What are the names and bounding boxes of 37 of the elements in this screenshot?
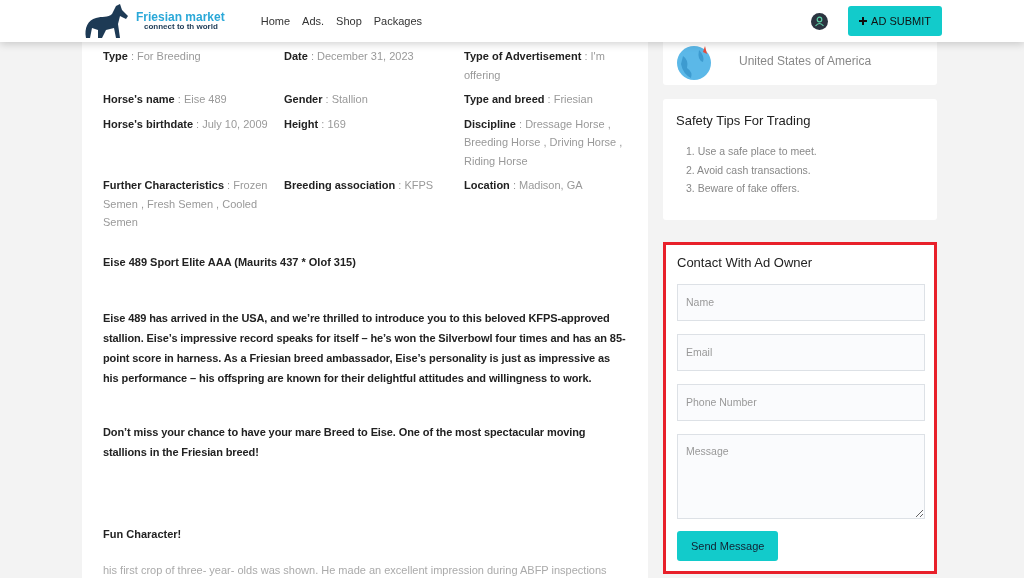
globe-icon xyxy=(677,45,711,80)
card-title: Safety Tips For Trading xyxy=(676,113,812,128)
detail-text: Discipline : Dressage Horse , Breeding Horse , Driving Horse , Riding Horse xyxy=(464,116,624,169)
card-title: Contact With Ad Owner xyxy=(677,254,814,270)
detail-text: Type of Advertisement : I'm offering xyxy=(464,49,606,83)
detail-text: Further Characteristics : Frozen Semen , Fresh Semen , Cooled Semen xyxy=(103,178,269,230)
nav-link[interactable]: Ads. xyxy=(302,15,325,27)
user-avatar-icon[interactable] xyxy=(811,12,828,30)
description-heading: Fun Character! xyxy=(103,526,183,542)
nav-link[interactable]: Home xyxy=(260,15,291,27)
detail-text: Height : 169 xyxy=(284,116,347,132)
detail-text: Horse's birthdate : July 10, 2009 xyxy=(103,116,269,132)
detail-text: Type : For Breeding xyxy=(103,49,202,64)
input-field[interactable]: Email xyxy=(677,333,925,371)
detail-text: Type and breed : Friesian xyxy=(464,92,594,107)
country-text: United States of America xyxy=(739,53,872,68)
message-field[interactable]: Message xyxy=(677,433,925,519)
send-message-button[interactable]: Send Message xyxy=(677,530,779,561)
safety-tip: 3. Beware of fake offers. xyxy=(685,181,801,196)
detail-text: Date : December 31, 2023 xyxy=(284,49,415,64)
ad-submit-button[interactable]: AD SUBMIT xyxy=(848,6,942,36)
safety-tip: 2. Avoid cash transactions. xyxy=(685,162,812,178)
description-paragraph: Don’t miss your chance to have your mare Breed to Eise. One of the most spectacular moving stallions in the Friesian breed! xyxy=(103,424,587,460)
logo-tagline: connect to th world xyxy=(143,23,219,31)
plus-icon xyxy=(859,17,868,25)
detail-text: Gender : Stallion xyxy=(284,92,369,107)
safety-tip: 1. Use a safe place to meet. xyxy=(685,144,818,159)
description-paragraph: Eise 489 has arrived in the USA, and we’re thrilled to introduce you to this beloved KFPS-approved stallion. Eise’s impressive record speaks for itself – he’s won the Silverbowl four times and has an 85-point score in harness. As a Friesian breed ambassador, Eise’s personality is just as impressive as his performance – his offspring are known for their delightful attitudes and willingness to work. xyxy=(103,310,627,386)
detail-text: Location : Madison, GA xyxy=(464,178,584,193)
detail-text: Horse's name : Eise 489 xyxy=(103,92,228,107)
nav-link[interactable]: Packages xyxy=(373,15,423,27)
description-heading: Eise 489 Sport Elite AAA (Maurits 437 * Olof 315) xyxy=(103,254,357,270)
input-field[interactable]: Phone Number xyxy=(677,383,925,421)
description-text: his first crop of three- year- olds was shown. He made an excellent impression during ABFP inspections xyxy=(103,562,608,578)
detail-text: Breeding association : KFPS xyxy=(284,178,435,193)
nav-link[interactable]: Shop xyxy=(336,15,362,27)
input-field[interactable]: Name xyxy=(677,283,925,321)
